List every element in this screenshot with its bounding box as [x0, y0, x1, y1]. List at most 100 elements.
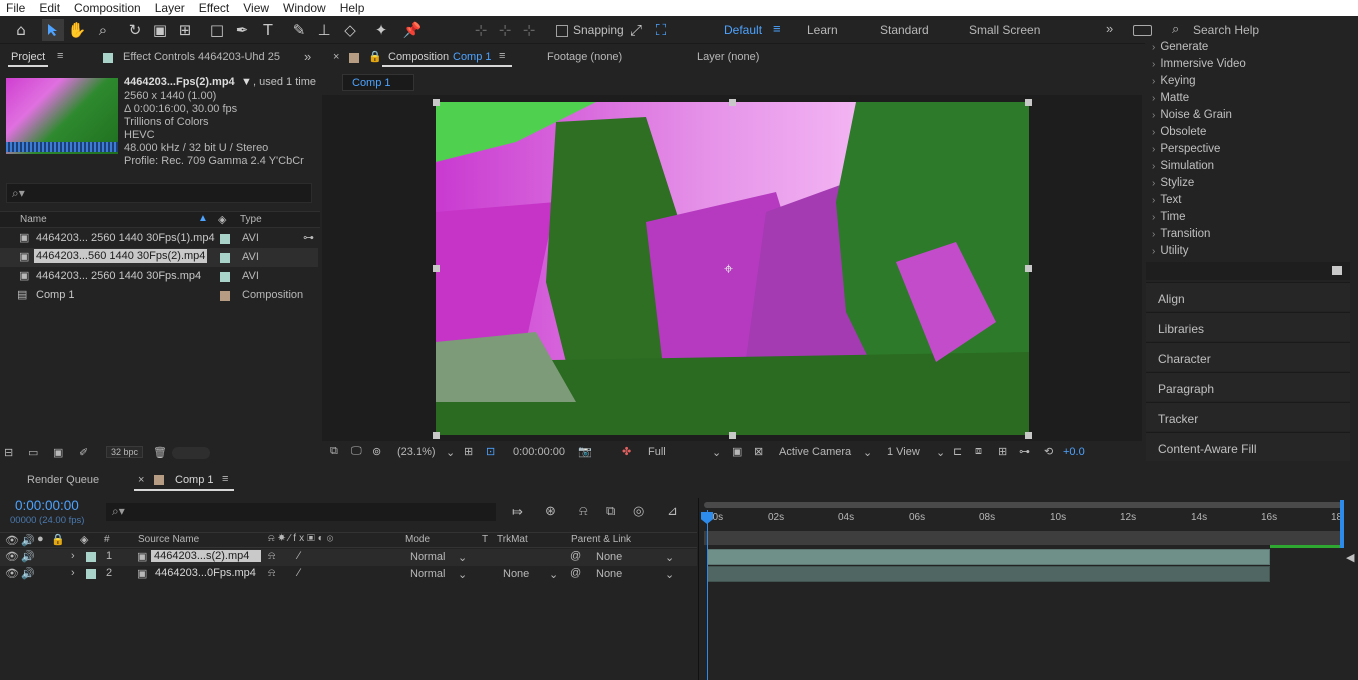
breadcrumb-comp[interactable]: Comp 1 — [352, 77, 391, 89]
toggle-pixel-icon[interactable]: ⊏ — [953, 445, 962, 458]
chevron-down-icon[interactable]: ⌄ — [458, 568, 467, 581]
workspace-overflow-icon[interactable]: » — [1106, 21, 1113, 36]
snap-options-icon[interactable]: ⤢ — [625, 19, 647, 41]
transform-handle[interactable] — [433, 265, 440, 272]
effect-category[interactable]: › Text — [1152, 194, 1181, 211]
current-time[interactable]: 0:00:00:00 — [513, 446, 565, 458]
tab-comp-1[interactable]: Comp 1 — [175, 474, 214, 486]
workspace-default[interactable]: Default — [724, 23, 762, 37]
item-label-color[interactable] — [220, 272, 230, 282]
lock-icon[interactable]: 🔒 — [368, 50, 382, 63]
rotate-tool-icon[interactable]: ↻ — [124, 19, 146, 41]
dependencies-icon[interactable]: ✐ — [79, 446, 88, 459]
transform-handle[interactable] — [729, 432, 736, 439]
parent-header[interactable]: Parent & Link — [571, 534, 631, 545]
audio-icon[interactable]: 🔊 — [21, 550, 35, 563]
list-item[interactable]: ▤ Comp 1 Composition — [0, 286, 318, 305]
chevron-right-icon[interactable]: › — [71, 567, 75, 579]
pickwhip-icon[interactable]: @ — [570, 567, 581, 579]
item-label-color[interactable] — [220, 291, 230, 301]
tab-effect-controls[interactable]: Effect Controls 4464203-Uhd 25 — [123, 51, 280, 63]
effect-category[interactable]: › Generate — [1152, 41, 1208, 58]
label-column-icon[interactable]: ◈ — [218, 213, 226, 226]
shy-layers-icon[interactable]: ⍾ — [579, 503, 588, 519]
time-ruler[interactable]: 00s 02s 04s 06s 08s 10s 12s 14s 16s 18 — [704, 510, 1344, 530]
layer-2-duration-bar[interactable] — [707, 566, 1270, 582]
comp-menu-icon[interactable]: ≡ — [222, 473, 228, 485]
new-folder-icon[interactable]: ▭ — [28, 446, 38, 459]
tab-footage[interactable]: Footage (none) — [547, 51, 622, 63]
thumbnail-slider[interactable] — [172, 447, 210, 459]
resolution-select[interactable]: Full — [648, 446, 666, 458]
tab-layer[interactable]: Layer (none) — [697, 51, 759, 63]
clone-stamp-tool-icon[interactable]: ⊥ — [313, 19, 335, 41]
quality-icon[interactable]: ∕ — [298, 567, 300, 579]
transform-handle[interactable] — [433, 432, 440, 439]
chevron-down-icon[interactable]: ⌄ — [712, 446, 721, 459]
chevron-down-icon[interactable]: ⌄ — [549, 568, 558, 581]
puppet-pin-tool-icon[interactable]: 📌 — [401, 19, 423, 41]
layer-1-duration-bar[interactable] — [707, 549, 1270, 565]
layer-row[interactable]: 👁 🔊 › 2 ▣ 4464203...0Fps.mp4 ⍾ ∕ Normal … — [0, 566, 697, 583]
mask-visibility-icon[interactable]: ⊡ — [486, 445, 495, 458]
label-icon[interactable]: ◈ — [80, 533, 88, 546]
menu-view[interactable]: View — [237, 0, 277, 16]
chevron-right-icon[interactable]: › — [71, 550, 75, 562]
layer-row[interactable]: 👁 🔊 › 1 ▣ 4464203...s(2).mp4 ⍾ ∕ Normal … — [0, 549, 697, 566]
chevron-down-icon[interactable]: ⌄ — [665, 568, 674, 581]
layer-label-color[interactable] — [86, 569, 96, 579]
tab-composition[interactable]: Composition — [388, 51, 449, 63]
always-preview-icon[interactable]: ⧉ — [330, 445, 338, 458]
effect-category[interactable]: › Obsolete — [1152, 126, 1206, 143]
brush-tool-icon[interactable]: ✎ — [288, 19, 310, 41]
col-name-header[interactable]: Name — [20, 214, 47, 225]
effect-category[interactable]: › Transition — [1152, 228, 1210, 245]
menu-window[interactable]: Window — [277, 0, 334, 16]
close-icon[interactable]: × — [138, 474, 144, 486]
list-item-selected[interactable]: ▣ 4464203...560 1440 30Fps(2).mp4 AVI — [0, 248, 318, 267]
chevron-down-icon[interactable]: ⌄ — [863, 446, 872, 459]
panel-libraries[interactable]: Libraries — [1146, 312, 1350, 341]
project-menu-icon[interactable]: ≡ — [57, 50, 63, 62]
effect-category[interactable]: › Simulation — [1152, 160, 1214, 177]
work-area-bar[interactable] — [704, 502, 1344, 508]
new-bin-icon[interactable] — [1332, 266, 1342, 275]
trash-icon[interactable]: 🗑 — [153, 446, 167, 459]
list-item[interactable]: ▣ 4464203... 2560 1440 30Fps(1).mp4 AVI … — [0, 229, 318, 248]
region-icon[interactable]: ▣ — [732, 445, 742, 458]
view-axis-icon[interactable]: ⊹ — [518, 19, 540, 41]
selection-tool-icon[interactable] — [42, 19, 64, 41]
effect-category[interactable]: › Matte — [1152, 92, 1189, 109]
layer-name[interactable]: 4464203...0Fps.mp4 — [155, 567, 256, 579]
type-tool-icon[interactable]: T — [257, 19, 279, 41]
tab-render-queue[interactable]: Render Queue — [27, 474, 99, 486]
panel-character[interactable]: Character — [1146, 342, 1350, 371]
transform-handle[interactable] — [729, 99, 736, 106]
chevron-down-icon[interactable]: ⌄ — [446, 446, 455, 459]
eye-icon[interactable]: 👁 — [5, 534, 19, 547]
composition-mini-flowchart-icon[interactable]: ⤇ — [512, 504, 523, 520]
source-name-header[interactable]: Source Name — [138, 534, 199, 545]
timeline-zoom-icon[interactable]: ◀ — [1346, 551, 1354, 564]
mode-select[interactable]: Normal — [410, 568, 445, 580]
camera-select[interactable]: Active Camera — [779, 446, 851, 458]
workspace-menu-icon[interactable]: ≡ — [773, 21, 781, 36]
sort-ascending-icon[interactable]: ▲ — [198, 213, 208, 224]
list-item[interactable]: ▣ 4464203... 2560 1440 30Fps.mp4 AVI — [0, 267, 318, 286]
chevron-down-icon[interactable]: ⌄ — [458, 551, 467, 564]
solo-icon[interactable]: ● — [37, 533, 44, 545]
snapping-checkbox[interactable] — [556, 25, 568, 37]
tab-project[interactable]: Project — [11, 51, 45, 63]
panel-align[interactable]: Align — [1146, 282, 1350, 311]
rectangle-tool-icon[interactable]: □ — [206, 19, 228, 41]
workspace-learn[interactable]: Learn — [807, 23, 838, 37]
transform-handle[interactable] — [1025, 265, 1032, 272]
effect-category[interactable]: › Time — [1152, 211, 1185, 228]
shy-icon[interactable]: ⍾ — [268, 550, 275, 563]
selected-file-dropdown-icon[interactable]: ▼ — [241, 76, 252, 88]
close-icon[interactable]: × — [333, 51, 339, 63]
camera-tool-icon[interactable]: ▣ — [149, 19, 171, 41]
graph-editor-icon[interactable]: ⊿ — [667, 503, 678, 519]
panel-paragraph[interactable]: Paragraph — [1146, 372, 1350, 401]
frame-blending-icon[interactable]: ⧉ — [606, 503, 615, 519]
